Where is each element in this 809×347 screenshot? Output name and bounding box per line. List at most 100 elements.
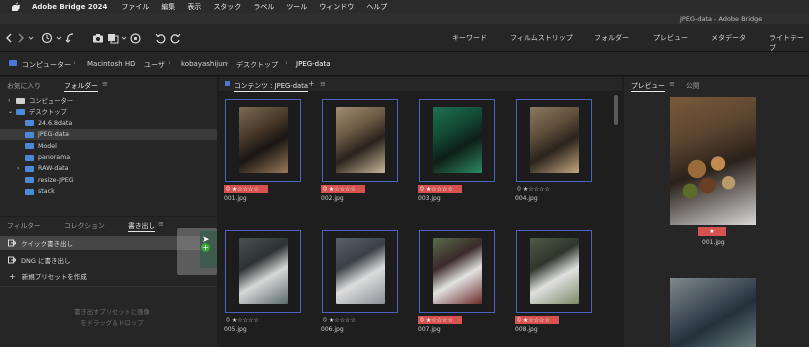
- thumbnail-image: [336, 238, 385, 304]
- thumbnail-rating[interactable]: ⦸ ★☆☆☆☆: [515, 316, 559, 324]
- tab-publish[interactable]: 公開: [686, 80, 700, 90]
- tab-favorites[interactable]: お気に入り: [7, 80, 41, 90]
- rating-stars[interactable]: ★☆☆☆☆: [329, 317, 356, 324]
- thumbnail[interactable]: [322, 99, 398, 182]
- rating-stars[interactable]: ★☆☆☆☆: [232, 186, 259, 193]
- breadcrumb-item-macintosh-hd[interactable]: Macintosh HD: [87, 60, 136, 68]
- panel-menu-icon[interactable]: ≡: [320, 80, 326, 88]
- tab-content[interactable]: コンテンツ : JPEG-data: [234, 80, 309, 92]
- folder-item[interactable]: ⌄ デスクトップ: [0, 106, 217, 117]
- folder-item[interactable]: › RAW-data: [0, 163, 217, 174]
- apple-icon[interactable]: [12, 2, 20, 11]
- refine-icon[interactable]: [106, 31, 120, 45]
- thumbnail-rating[interactable]: ⦸ ★☆☆☆☆: [515, 185, 559, 193]
- menu-view[interactable]: 表示: [187, 2, 201, 12]
- folder-item[interactable]: › コンピューター: [0, 95, 217, 106]
- folder-item-label: コンピューター: [29, 98, 74, 105]
- chevron-down-icon[interactable]: [121, 31, 127, 45]
- menu-label[interactable]: ラベル: [253, 2, 274, 12]
- open-in-camera-raw-icon[interactable]: [129, 31, 141, 45]
- reject-icon[interactable]: ⦸: [420, 185, 424, 193]
- rating-stars[interactable]: ★☆☆☆☆: [329, 186, 356, 193]
- thumbnail[interactable]: [419, 99, 495, 182]
- thumbnail-rating[interactable]: ⦸ ★☆☆☆☆: [224, 185, 268, 193]
- reject-icon[interactable]: ⦸: [323, 185, 327, 193]
- thumbnail[interactable]: [419, 230, 495, 313]
- thumbnail[interactable]: [516, 99, 592, 182]
- rotate-left-icon[interactable]: [154, 31, 166, 45]
- recent-history-icon[interactable]: [40, 31, 54, 45]
- thumbnail[interactable]: [516, 230, 592, 313]
- panel-menu-icon[interactable]: ≡: [102, 80, 108, 88]
- tab-folders[interactable]: フォルダー: [64, 80, 98, 92]
- content-scrollbar[interactable]: [614, 95, 618, 125]
- folder-item[interactable]: 24.6.8data: [0, 118, 217, 129]
- preview-rating: ★: [698, 227, 726, 236]
- thumbnail[interactable]: [225, 99, 301, 182]
- reject-icon[interactable]: ⦸: [517, 185, 521, 193]
- rotate-right-icon[interactable]: [169, 31, 181, 45]
- chevron-down-icon[interactable]: [27, 31, 35, 45]
- camera-import-icon[interactable]: [91, 31, 104, 45]
- reject-icon[interactable]: ⦸: [517, 316, 521, 324]
- rating-stars[interactable]: ★☆☆☆☆: [232, 317, 259, 324]
- workspace-keywords[interactable]: キーワード: [452, 33, 487, 43]
- menu-window[interactable]: ウィンドウ: [319, 2, 354, 12]
- menu-help[interactable]: ヘルプ: [366, 2, 387, 12]
- menu-file[interactable]: ファイル: [121, 2, 149, 12]
- reject-icon[interactable]: ⦸: [420, 316, 424, 324]
- folder-item[interactable]: resize-JPEG: [0, 175, 217, 186]
- breadcrumb-item-users[interactable]: ユーザ: [144, 60, 165, 70]
- chevron-right-icon: ›: [73, 59, 76, 67]
- thumbnail[interactable]: [322, 230, 398, 313]
- thumbnail-filename: 001.jpg: [224, 195, 247, 202]
- divider: [0, 286, 217, 287]
- chevron-right-icon[interactable]: ›: [17, 165, 25, 172]
- reject-icon[interactable]: ⦸: [226, 316, 230, 324]
- folder-item[interactable]: JPEG-data: [0, 129, 217, 141]
- panel-menu-icon[interactable]: ≡: [158, 220, 164, 228]
- thumbnail-rating[interactable]: ⦸ ★☆☆☆☆: [321, 185, 365, 193]
- thumbnail-rating[interactable]: ⦸ ★☆☆☆☆: [418, 316, 462, 324]
- breadcrumb-item-computer[interactable]: コンピューター: [22, 60, 71, 70]
- export-preset-quick-label: クイック書き出し: [21, 240, 73, 248]
- menu-edit[interactable]: 編集: [161, 2, 175, 12]
- rating-stars[interactable]: ★☆☆☆☆: [523, 186, 550, 193]
- tab-filter[interactable]: フィルター: [7, 220, 41, 230]
- tab-preview[interactable]: プレビュー: [631, 80, 665, 92]
- reject-icon[interactable]: ⦸: [323, 316, 327, 324]
- back-icon[interactable]: [4, 31, 14, 45]
- breadcrumb-item-user[interactable]: kobayashijun: [181, 60, 227, 68]
- app-menu[interactable]: Adobe Bridge 2024: [32, 3, 107, 11]
- add-tab-icon[interactable]: +: [308, 79, 315, 88]
- breadcrumb-item-desktop[interactable]: デスクトップ: [236, 60, 278, 70]
- workspace-metadata[interactable]: メタデータ: [711, 33, 746, 43]
- return-to-app-icon[interactable]: [64, 31, 76, 45]
- folder-item[interactable]: Model: [0, 141, 217, 152]
- menu-tools[interactable]: ツール: [286, 2, 307, 12]
- rating-stars[interactable]: ★☆☆☆☆: [426, 317, 453, 324]
- thumbnail[interactable]: [225, 230, 301, 313]
- thumbnail-rating[interactable]: ⦸ ★☆☆☆☆: [224, 316, 268, 324]
- chevron-down-icon[interactable]: ⌄: [8, 108, 16, 115]
- thumbnail-rating[interactable]: ⦸ ★☆☆☆☆: [321, 316, 365, 324]
- folder-item[interactable]: stack: [0, 186, 217, 197]
- workspace-preview[interactable]: プレビュー: [653, 33, 688, 43]
- folders-panel-tabs: お気に入り フォルダー ≡: [0, 77, 217, 92]
- rating-stars[interactable]: ★☆☆☆☆: [523, 317, 550, 324]
- workspace-folders[interactable]: フォルダー: [594, 33, 629, 43]
- rating-stars[interactable]: ★☆☆☆☆: [426, 186, 453, 193]
- workspace-filmstrip[interactable]: フィルムストリップ: [510, 33, 573, 43]
- forward-icon[interactable]: [16, 31, 26, 45]
- breadcrumb-item-current[interactable]: JPEG-data: [296, 60, 330, 68]
- workspace-lighttable[interactable]: ライトテーブ: [769, 33, 809, 53]
- folder-item[interactable]: panorama: [0, 152, 217, 163]
- tab-export[interactable]: 書き出し: [128, 220, 156, 232]
- chevron-down-icon[interactable]: [55, 31, 62, 45]
- panel-menu-icon[interactable]: ≡: [669, 80, 675, 88]
- chevron-right-icon[interactable]: ›: [8, 97, 16, 104]
- reject-icon[interactable]: ⦸: [226, 185, 230, 193]
- tab-collection[interactable]: コレクション: [64, 220, 105, 230]
- thumbnail-rating[interactable]: ⦸ ★☆☆☆☆: [418, 185, 462, 193]
- menu-stack[interactable]: スタック: [213, 2, 241, 12]
